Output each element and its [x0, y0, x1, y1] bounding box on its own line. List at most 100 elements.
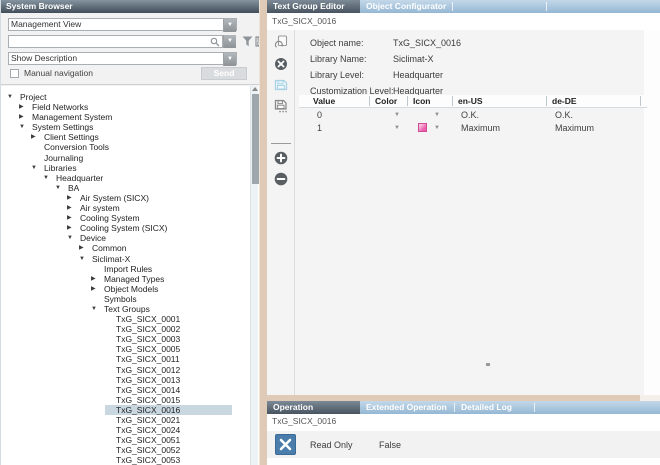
expand-arrow-icon[interactable]: ▶: [91, 274, 101, 284]
expand-arrow-icon[interactable]: ▶: [67, 193, 77, 203]
tree-item-ba[interactable]: ▼BA: [1, 183, 259, 193]
tab-operation[interactable]: Operation: [267, 401, 360, 414]
tab-detailed-log[interactable]: Detailed Log: [455, 401, 534, 414]
tab-text-group-editor[interactable]: Text Group Editor: [267, 0, 360, 13]
scrollbar-thumb[interactable]: [252, 94, 259, 184]
color-dropdown-icon[interactable]: ▼: [394, 112, 400, 118]
read-only-value: False: [379, 440, 401, 450]
collapse-arrow-icon[interactable]: ▼: [67, 233, 77, 243]
column-header[interactable]: Icon: [413, 96, 430, 106]
filter-icon[interactable]: [242, 36, 253, 47]
tree-item-txg-sicx-0005[interactable]: TxG_SICX_0005: [1, 344, 259, 354]
tree-item-txg-sicx-0013[interactable]: TxG_SICX_0013: [1, 375, 259, 385]
collapse-arrow-icon[interactable]: ▼: [19, 122, 29, 132]
tree-item-txg-sicx-0002[interactable]: TxG_SICX_0002: [1, 324, 259, 334]
tree-item-label: Journaling: [44, 153, 83, 163]
table-row[interactable]: 0▼▼O.K.O.K.: [299, 109, 647, 122]
tree-item-air-system-sicx-[interactable]: ▶Air System (SICX): [1, 193, 259, 203]
tree-item-cooling-system[interactable]: ▶Cooling System: [1, 213, 259, 223]
de-de-cell[interactable]: Maximum: [555, 123, 594, 133]
chevron-down-icon[interactable]: ▼: [223, 19, 236, 32]
tree-item-common[interactable]: ▶Common: [1, 243, 259, 253]
de-de-cell[interactable]: O.K.: [555, 110, 573, 120]
expand-arrow-icon[interactable]: ▶: [67, 213, 77, 223]
tree-item-system-settings[interactable]: ▼System Settings: [1, 122, 259, 132]
tree-item-symbols[interactable]: Symbols: [1, 294, 259, 304]
en-us-cell[interactable]: O.K.: [461, 110, 479, 120]
description-mode-dropdown[interactable]: Show Description ▼: [8, 52, 237, 65]
tree-item-object-models[interactable]: ▶Object Models: [1, 284, 259, 294]
tree-item-journaling[interactable]: Journaling: [1, 153, 259, 163]
expand-arrow-icon[interactable]: ▶: [79, 243, 89, 253]
tree-item-managed-types[interactable]: ▶Managed Types: [1, 274, 259, 284]
collapse-arrow-icon[interactable]: ▼: [43, 173, 53, 183]
scroll-up-icon[interactable]: [252, 87, 258, 91]
tree-item-txg-sicx-0016[interactable]: TxG_SICX_0016: [1, 405, 259, 415]
search-input[interactable]: [8, 35, 223, 48]
tree-item-txg-sicx-0011[interactable]: TxG_SICX_0011: [1, 354, 259, 364]
tree-item-label: TxG_SICX_0005: [116, 344, 180, 354]
tree-item-txg-sicx-0001[interactable]: TxG_SICX_0001: [1, 314, 259, 324]
vertical-splitter[interactable]: [259, 0, 267, 465]
tab-object-configurator[interactable]: Object Configurator: [360, 0, 452, 13]
search-dropdown-icon[interactable]: ▼: [223, 35, 236, 48]
en-us-cell[interactable]: Maximum: [461, 123, 500, 133]
tree-item-txg-sicx-0014[interactable]: TxG_SICX_0014: [1, 385, 259, 395]
column-header[interactable]: de-DE: [552, 96, 577, 106]
collapse-arrow-icon[interactable]: ▼: [31, 163, 41, 173]
tree-item-import-rules[interactable]: Import Rules: [1, 264, 259, 274]
remove-icon[interactable]: [274, 172, 288, 186]
add-icon[interactable]: [274, 151, 288, 165]
read-only-toggle-button[interactable]: [275, 434, 296, 455]
tree-item-txg-sicx-0015[interactable]: TxG_SICX_0015: [1, 395, 259, 405]
tree-item-txg-sicx-0012[interactable]: TxG_SICX_0012: [1, 365, 259, 375]
tree-item-txg-sicx-0051[interactable]: TxG_SICX_0051: [1, 435, 259, 445]
expand-arrow-icon[interactable]: ▶: [67, 223, 77, 233]
collapse-arrow-icon[interactable]: ▼: [55, 183, 65, 193]
editor-body: Object name: TxG_SICX_0016 Library Name:…: [267, 30, 660, 395]
tree-item-headquarter[interactable]: ▼Headquarter: [1, 173, 259, 183]
view-mode-dropdown[interactable]: Management View ▼: [8, 18, 237, 31]
tree-item-label: TxG_SICX_0002: [116, 324, 180, 334]
tree-item-field-networks[interactable]: ▶Field Networks: [1, 102, 259, 112]
tree-item-libraries[interactable]: ▼Libraries: [1, 163, 259, 173]
tree-item-txg-sicx-0024[interactable]: TxG_SICX_0024: [1, 425, 259, 435]
color-dropdown-icon[interactable]: ▼: [394, 125, 400, 131]
tab-extended-operation[interactable]: Extended Operation: [360, 401, 454, 414]
tree-scrollbar[interactable]: [250, 86, 258, 465]
expand-arrow-icon[interactable]: ▶: [31, 132, 41, 142]
tree-item-txg-sicx-0003[interactable]: TxG_SICX_0003: [1, 334, 259, 344]
tree-item-conversion-tools[interactable]: Conversion Tools: [1, 142, 259, 152]
chevron-down-icon[interactable]: ▼: [223, 53, 236, 66]
tree-item-management-system[interactable]: ▶Management System: [1, 112, 259, 122]
tree-item-air-system[interactable]: ▶Air system: [1, 203, 259, 213]
collapse-arrow-icon[interactable]: ▼: [7, 92, 17, 102]
column-header[interactable]: Color: [375, 96, 397, 106]
icon-dropdown-icon[interactable]: ▼: [434, 112, 440, 118]
field-value: Siclimat-X: [393, 54, 434, 64]
tree-item-txg-sicx-0053[interactable]: TxG_SICX_0053: [1, 455, 259, 465]
collapse-arrow-icon[interactable]: ▼: [79, 254, 89, 264]
column-header[interactable]: Value: [313, 96, 335, 106]
table-row[interactable]: 1▼▼MaximumMaximum: [299, 122, 647, 135]
column-header[interactable]: en-US: [458, 96, 483, 106]
tree-item-project[interactable]: ▼Project: [1, 92, 259, 102]
tree-item-txg-sicx-0052[interactable]: TxG_SICX_0052: [1, 445, 259, 455]
icon-dropdown-icon[interactable]: ▼: [434, 125, 440, 131]
expand-arrow-icon[interactable]: ▶: [19, 102, 29, 112]
collapse-arrow-icon[interactable]: ▼: [91, 304, 101, 314]
manual-navigation-checkbox[interactable]: [10, 69, 19, 78]
tree-item-text-groups[interactable]: ▼Text Groups: [1, 304, 259, 314]
tree-item-siclimat-x[interactable]: ▼Siclimat-X: [1, 254, 259, 264]
tree-item-txg-sicx-0021[interactable]: TxG_SICX_0021: [1, 415, 259, 425]
expand-arrow-icon[interactable]: ▶: [91, 284, 101, 294]
expand-arrow-icon[interactable]: ▶: [19, 112, 29, 122]
expand-arrow-icon[interactable]: ▶: [67, 203, 77, 213]
tree-item-client-settings[interactable]: ▶Client Settings: [1, 132, 259, 142]
tree-item-cooling-system-sicx-[interactable]: ▶Cooling System (SICX): [1, 223, 259, 233]
tree-item-device[interactable]: ▼Device: [1, 233, 259, 243]
tree-item-label: TxG_SICX_0003: [116, 334, 180, 344]
send-button[interactable]: Send: [201, 67, 247, 80]
save-as-icon[interactable]: [274, 99, 288, 113]
tree-item-label: Common: [92, 243, 126, 253]
